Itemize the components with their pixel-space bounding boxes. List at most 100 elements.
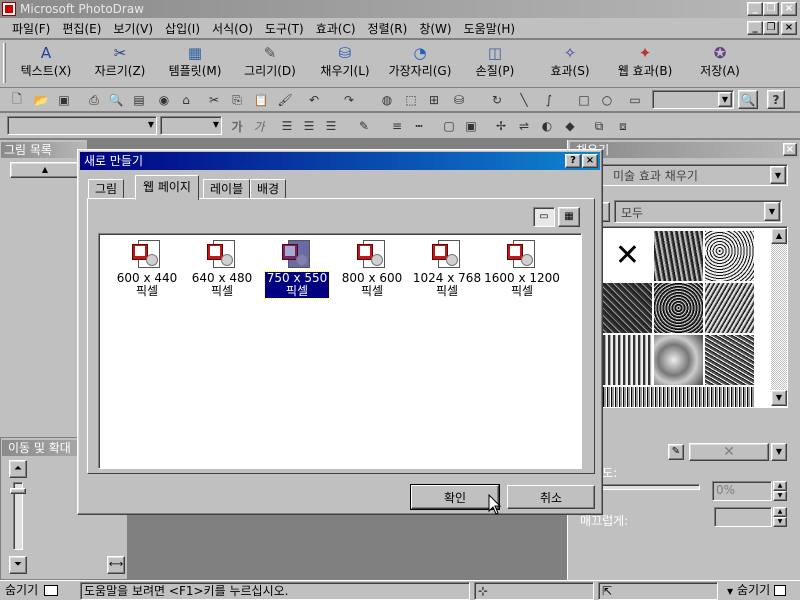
ellipse-icon[interactable]: ○: [598, 91, 616, 109]
menu-item[interactable]: 서식(O): [206, 20, 259, 38]
gallery-scroll-down[interactable]: ▼: [771, 390, 787, 406]
template-item[interactable]: 600 x 440 픽셀: [107, 236, 187, 308]
menu-item[interactable]: 효과(C): [310, 20, 362, 38]
color-combo[interactable]: ✕: [689, 443, 769, 461]
doc-restore-button[interactable]: ❐: [763, 21, 779, 35]
texture-tile[interactable]: [705, 231, 754, 281]
template-item[interactable]: 640 x 480 픽셀: [182, 236, 262, 308]
hide-visual-menu-toggle[interactable]: ▼ 숨기기: [724, 582, 786, 600]
tab-web-page[interactable]: 웹 페이지: [135, 175, 199, 200]
texture-tile[interactable]: [654, 335, 703, 385]
gallery-scroll-track[interactable]: [771, 244, 787, 390]
picture-list-scroll-up[interactable]: ▲: [10, 162, 80, 178]
tab-picture[interactable]: 그림: [88, 179, 125, 199]
visual-button-scissors[interactable]: ✂ 자르기(Z): [82, 42, 158, 84]
menu-item[interactable]: 편집(E): [56, 20, 107, 38]
text-box-icon[interactable]: ▭: [626, 91, 644, 109]
zoom-dropdown-arrow[interactable]: ▼: [718, 92, 732, 107]
dialog-close-button[interactable]: ×: [582, 154, 598, 168]
stamp-icon[interactable]: ◆: [561, 117, 579, 135]
visual-button-web-effects[interactable]: ✦ 웹 효과(B): [607, 42, 683, 84]
transparency-spin-up[interactable]: ▲: [773, 481, 787, 491]
color-picker-button[interactable]: ✎: [668, 444, 684, 460]
format-painter-icon[interactable]: 🖌: [276, 91, 294, 109]
large-icons-view-button[interactable]: ▭: [533, 207, 555, 227]
details-view-button[interactable]: ▦: [558, 207, 580, 227]
visual-button-draw[interactable]: ✎ 그리기(D): [232, 42, 308, 84]
redo-icon[interactable]: ↷: [340, 91, 358, 109]
print-icon[interactable]: ⎙: [85, 91, 103, 109]
fill-type-dropdown-arrow[interactable]: ▼: [770, 166, 786, 184]
cancel-button[interactable]: 취소: [507, 485, 595, 509]
digital-camera-icon[interactable]: ◉: [155, 91, 173, 109]
tab-label[interactable]: 레이블: [203, 179, 251, 199]
menu-item[interactable]: 보기(V): [107, 20, 159, 38]
zoom-icon[interactable]: 🔍: [738, 90, 758, 109]
texture-tile[interactable]: [603, 283, 652, 333]
doc-close-button[interactable]: ×: [781, 21, 797, 35]
texture-tile[interactable]: [603, 335, 652, 385]
fill-bucket-icon[interactable]: ⛁: [450, 91, 468, 109]
menu-item[interactable]: 도움말(H): [458, 20, 522, 38]
texture-tile[interactable]: [654, 283, 703, 333]
visual-button-edge[interactable]: ◔ 가장자리(G): [382, 42, 458, 84]
dash-style-icon[interactable]: ┅: [410, 117, 428, 135]
align-right-icon[interactable]: ☰: [322, 117, 340, 135]
color-dropdown-arrow[interactable]: ▼: [771, 443, 787, 461]
tab-background[interactable]: 배경: [250, 179, 287, 199]
curve-icon[interactable]: ∫: [540, 91, 558, 109]
save-disk-icon[interactable]: ▣: [55, 91, 73, 109]
visual-button-template[interactable]: ▦ 템플릿(M): [157, 42, 233, 84]
doc-minimize-button[interactable]: _: [747, 21, 763, 35]
bold-button[interactable]: 가: [228, 117, 246, 135]
crop-icon[interactable]: ⊞: [425, 91, 443, 109]
cut-icon[interactable]: ✂: [205, 91, 223, 109]
blur-field[interactable]: [714, 507, 772, 527]
blur-spin-down[interactable]: ▼: [773, 517, 787, 527]
template-item[interactable]: 750 x 550 픽셀: [257, 236, 337, 308]
new-icon[interactable]: 🗋: [8, 91, 26, 109]
zoom-combo[interactable]: ▼: [652, 90, 734, 109]
ungroup-icon[interactable]: ⧈: [614, 117, 632, 135]
close-button[interactable]: ×: [781, 2, 797, 16]
web-icon[interactable]: ◍: [378, 91, 396, 109]
minimize-button[interactable]: _: [747, 2, 763, 16]
blur-spin-up[interactable]: ▲: [773, 507, 787, 517]
category-dropdown-arrow[interactable]: ▼: [764, 202, 780, 221]
align-center-icon[interactable]: ☰: [300, 117, 318, 135]
menu-item[interactable]: 파일(F): [6, 20, 56, 38]
arrange-icon[interactable]: ✢: [492, 117, 510, 135]
line-icon[interactable]: ╲: [515, 91, 533, 109]
visual-button-fill[interactable]: ⛁ 채우기(L): [307, 42, 383, 84]
menu-item[interactable]: 도구(T): [259, 20, 310, 38]
texture-none-tile[interactable]: ✕: [603, 231, 652, 281]
brush-icon[interactable]: ◐: [538, 117, 556, 135]
3d-icon[interactable]: ▣: [462, 117, 480, 135]
align-left-icon[interactable]: ☰: [278, 117, 296, 135]
zoom-slider-thumb[interactable]: [10, 488, 26, 494]
flip-icon[interactable]: ⇌: [515, 117, 533, 135]
italic-button[interactable]: 가: [250, 117, 268, 135]
menu-item[interactable]: 삽입(I): [159, 20, 206, 38]
category-combo[interactable]: 모두 ▼: [614, 200, 782, 223]
zoom-in-button[interactable]: ⏶: [9, 460, 27, 478]
shadow-icon[interactable]: ▢: [440, 117, 458, 135]
copy-icon[interactable]: ⎘: [228, 91, 246, 109]
pen-color-icon[interactable]: ✎: [355, 117, 373, 135]
visual-button-text[interactable]: A 텍스트(X): [8, 42, 84, 84]
camera-icon[interactable]: ⌂: [177, 91, 195, 109]
size-combo[interactable]: ▼: [160, 116, 222, 135]
help-button[interactable]: ?: [767, 90, 785, 109]
transparency-spin-down[interactable]: ▼: [773, 491, 787, 501]
paste-icon[interactable]: 📋: [252, 91, 270, 109]
font-dropdown-arrow[interactable]: ▼: [148, 120, 154, 129]
template-item[interactable]: 1600 x 1200 픽셀: [482, 236, 562, 308]
font-combo[interactable]: ▼: [7, 116, 157, 135]
template-item[interactable]: 800 x 600 픽셀: [332, 236, 412, 308]
menu-item[interactable]: 정렬(R): [362, 20, 414, 38]
scan-icon[interactable]: ▤: [130, 91, 148, 109]
transparency-field[interactable]: 0%: [712, 481, 772, 501]
group-icon[interactable]: ⧉: [590, 117, 608, 135]
visual-button-touchup[interactable]: ◫ 손질(P): [457, 42, 533, 84]
size-dropdown-arrow[interactable]: ▼: [213, 120, 219, 129]
